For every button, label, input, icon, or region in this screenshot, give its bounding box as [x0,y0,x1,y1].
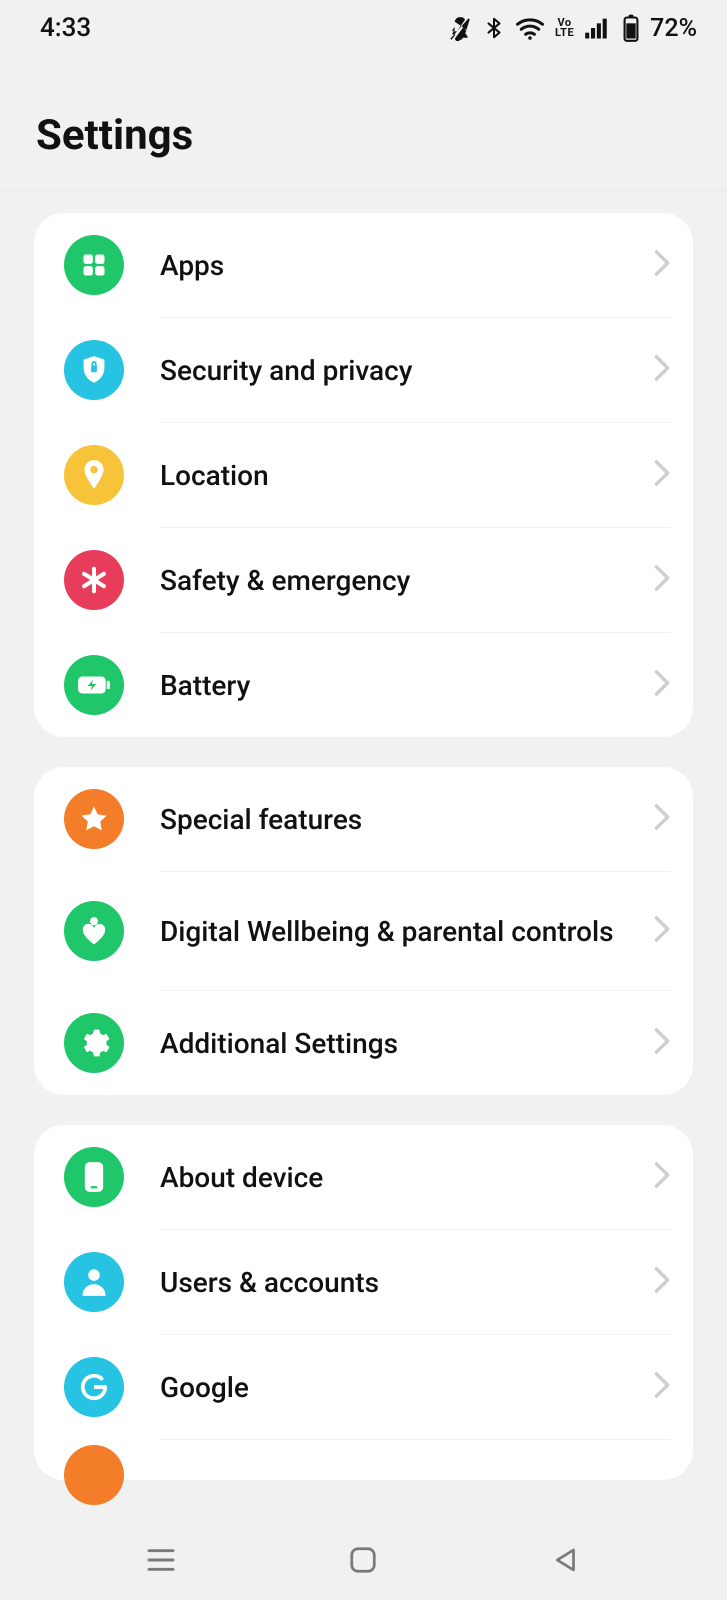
battery-percent: 72% [650,14,697,43]
chevron-right-icon [653,669,671,701]
settings-group: Apps Security and privacy Location Safet… [34,213,693,737]
settings-item-label: Security and privacy [124,353,653,388]
settings-item-safety[interactable]: Safety & emergency [34,528,693,632]
heart-icon [64,901,124,961]
status-time: 4:33 [40,13,91,43]
settings-item-about[interactable]: About device [34,1125,693,1229]
chevron-right-icon [653,1027,671,1059]
settings-item-label: Apps [124,248,653,283]
settings-item-google[interactable]: Google [34,1335,693,1439]
settings-item-label: Users & accounts [124,1265,653,1300]
settings-item-label: About device [124,1160,653,1195]
chevron-right-icon [653,803,671,835]
pin-icon [64,445,124,505]
settings-item-location[interactable]: Location [34,423,693,527]
settings-item-label: Battery [124,668,653,703]
settings-list: Apps Security and privacy Location Safet… [0,191,727,1480]
settings-item-special[interactable]: Special features [34,767,693,871]
gear-icon [64,1013,124,1073]
nav-recent-button[interactable] [131,1530,191,1590]
phone-icon [64,1147,124,1207]
nav-home-button[interactable] [333,1530,393,1590]
settings-item-security[interactable]: Security and privacy [34,318,693,422]
volte-icon: Vo LTE [555,18,574,38]
signal-icon [584,16,612,40]
apps-icon [64,235,124,295]
settings-item-wellbeing[interactable]: Digital Wellbeing & parental controls [34,872,693,990]
status-bar: 4:33 Vo LTE 72% [0,0,727,56]
settings-item-users[interactable]: Users & accounts [34,1230,693,1334]
system-nav-bar [0,1520,727,1600]
unknown-icon [64,1445,124,1505]
chevron-right-icon [653,354,671,386]
bluetooth-icon [483,15,505,41]
star-icon [64,789,124,849]
chevron-right-icon [653,1371,671,1403]
chevron-right-icon [653,459,671,491]
wifi-icon [515,15,545,41]
settings-item-label: Google [124,1370,653,1405]
status-indicators: Vo LTE 72% [447,14,697,43]
chevron-right-icon [653,249,671,281]
nav-back-button[interactable] [536,1530,596,1590]
chevron-right-icon [653,564,671,596]
settings-item-additional[interactable]: Additional Settings [34,991,693,1095]
settings-item-apps[interactable]: Apps [34,213,693,317]
google-g-icon [64,1357,124,1417]
settings-item-label: Location [124,458,653,493]
settings-item-battery[interactable]: Battery [34,633,693,737]
battery-icon [622,14,640,42]
chevron-right-icon [653,1266,671,1298]
page-title: Settings [0,56,727,190]
settings-group: Special features Digital Wellbeing & par… [34,767,693,1095]
person-icon [64,1252,124,1312]
chevron-right-icon [653,915,671,947]
settings-item-label: Safety & emergency [124,563,653,598]
settings-item-label: Additional Settings [124,1026,653,1061]
settings-item-partial[interactable] [34,1440,693,1480]
mute-icon [447,15,473,41]
battery-icon [64,655,124,715]
chevron-right-icon [653,1161,671,1193]
settings-item-label: Digital Wellbeing & parental controls [124,914,653,949]
settings-item-label: Special features [124,802,653,837]
shield-icon [64,340,124,400]
asterisk-icon [64,550,124,610]
settings-group: About device Users & accounts Google [34,1125,693,1480]
